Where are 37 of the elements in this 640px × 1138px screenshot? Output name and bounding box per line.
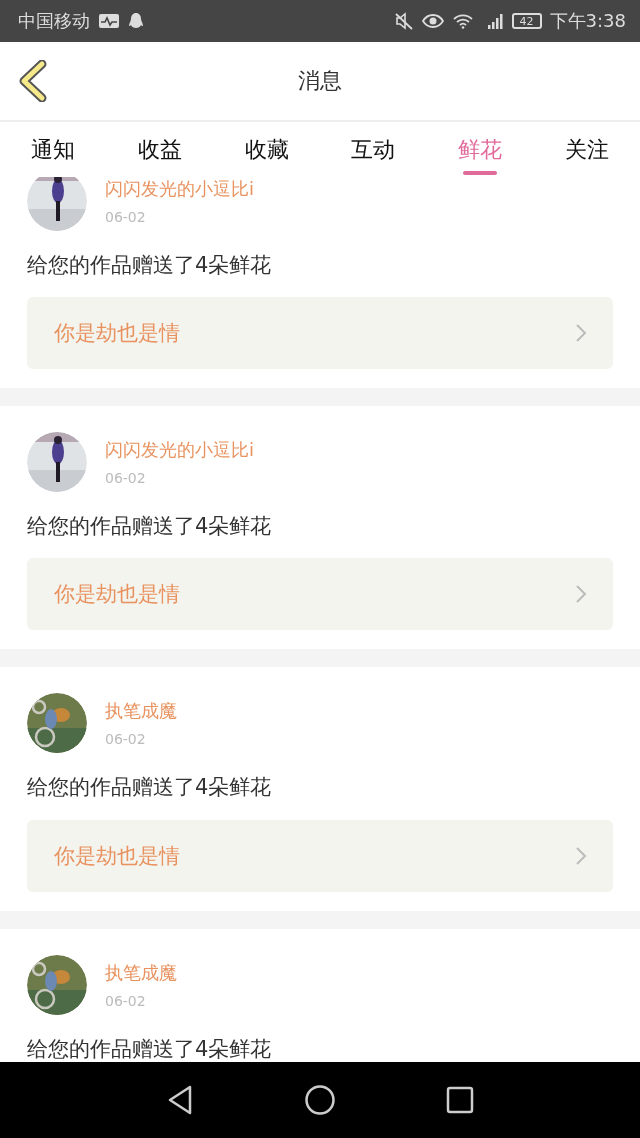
activity-icon [98, 13, 120, 29]
notification-message: 给您的作品赠送了4朵鲜花 [27, 253, 273, 279]
page-title: 消息 [298, 67, 342, 95]
eye-icon [421, 13, 444, 29]
notification-date: 06-02 [105, 731, 147, 748]
work-link[interactable]: 你是劫也是情 [27, 558, 613, 631]
tab[interactable]: 收藏 [213, 122, 320, 177]
tab[interactable]: 通知 [0, 122, 107, 177]
tab[interactable]: 互动 [320, 122, 427, 177]
notification-date: 06-02 [105, 992, 147, 1009]
home-icon[interactable] [304, 1084, 336, 1116]
notification-message: 给您的作品赠送了4朵鲜花 [27, 1036, 273, 1062]
chevron-icon [575, 584, 587, 605]
status-time: 下午3:38 [549, 9, 626, 33]
tab[interactable]: 鲜花 [426, 122, 534, 177]
back-icon[interactable] [18, 60, 48, 102]
tab[interactable]: 收益 [106, 122, 214, 177]
mute-icon [393, 12, 414, 30]
notification-date: 06-02 [105, 209, 147, 225]
work-link[interactable]: 你是劫也是情 [27, 297, 613, 370]
chevron-icon [575, 323, 587, 344]
user-name[interactable]: 闪闪发光的小逗比i [105, 177, 254, 201]
notification-message: 给您的作品赠送了4朵鲜花 [27, 514, 273, 540]
tab[interactable]: 关注 [533, 122, 640, 177]
back-nav-icon[interactable] [166, 1084, 194, 1116]
user-name[interactable]: 闪闪发光的小逗比i [105, 438, 254, 463]
carrier-name: 中国移动 [18, 9, 90, 33]
notification-date: 06-02 [105, 470, 147, 487]
recents-icon[interactable] [446, 1086, 474, 1114]
notification-message: 给您的作品赠送了4朵鲜花 [27, 775, 273, 801]
battery-icon: 42 [511, 13, 542, 29]
user-name[interactable]: 执笔成魔 [105, 960, 177, 985]
wifi-icon [451, 13, 474, 29]
penguin-icon [128, 12, 144, 30]
work-link[interactable]: 你是劫也是情 [27, 819, 613, 892]
user-name[interactable]: 执笔成魔 [105, 699, 177, 724]
chevron-icon [575, 845, 587, 866]
